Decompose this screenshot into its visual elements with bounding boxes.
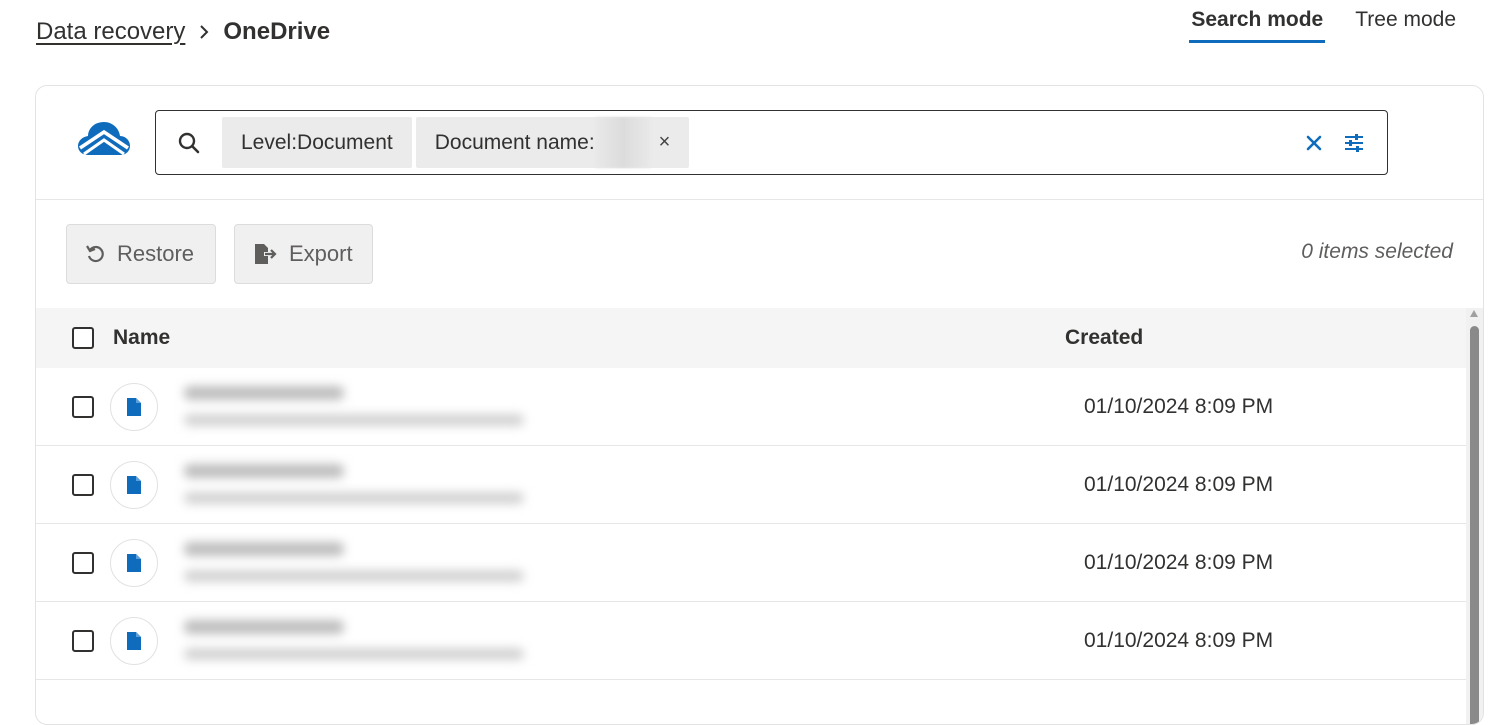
row-checkbox[interactable] bbox=[72, 551, 94, 574]
selected-count: 0 items selected bbox=[1301, 240, 1453, 263]
tab-search-mode[interactable]: Search mode bbox=[1189, 8, 1326, 43]
results-table: Name Created 01/10/2024 8:09 PM 01/10/20… bbox=[36, 308, 1468, 680]
scrollbar-thumb[interactable] bbox=[1470, 326, 1479, 724]
redacted-name bbox=[170, 602, 560, 680]
search-actions bbox=[1305, 133, 1387, 153]
search-icon bbox=[156, 132, 222, 154]
created-cell: 01/10/2024 8:09 PM bbox=[1084, 628, 1274, 652]
redacted-name bbox=[170, 368, 560, 446]
breadcrumb: Data recovery OneDrive bbox=[36, 18, 330, 46]
tab-tree-mode[interactable]: Tree mode bbox=[1353, 8, 1458, 43]
vertical-scrollbar[interactable] bbox=[1466, 308, 1483, 724]
filter-chip-document-name[interactable]: Document name: × bbox=[415, 117, 690, 168]
restore-button[interactable]: Restore bbox=[66, 224, 216, 284]
search-input[interactable]: Level:Document Document name: × bbox=[155, 110, 1388, 175]
column-header-name[interactable]: Name bbox=[113, 326, 1065, 350]
redacted-name bbox=[170, 446, 560, 524]
export-file-icon bbox=[255, 244, 277, 264]
table-row[interactable]: 01/10/2024 8:09 PM bbox=[36, 446, 1468, 524]
table-header: Name Created bbox=[36, 308, 1468, 368]
table-row[interactable]: 01/10/2024 8:09 PM bbox=[36, 368, 1468, 446]
document-icon bbox=[110, 382, 158, 431]
export-label: Export bbox=[289, 241, 353, 266]
onedrive-cloud-icon bbox=[76, 118, 132, 163]
column-header-created[interactable]: Created bbox=[1065, 326, 1143, 350]
redacted-name bbox=[170, 524, 560, 602]
row-checkbox[interactable] bbox=[72, 395, 94, 418]
created-cell: 01/10/2024 8:09 PM bbox=[1084, 550, 1274, 574]
document-icon bbox=[110, 538, 158, 587]
restore-label: Restore bbox=[117, 241, 195, 266]
chevron-right-icon bbox=[199, 22, 211, 42]
filter-sliders-icon[interactable] bbox=[1343, 133, 1365, 153]
search-row: Level:Document Document name: × bbox=[36, 86, 1483, 200]
toolbar: Restore Export 0 items selected bbox=[36, 200, 1483, 308]
scroll-up-arrow-icon[interactable] bbox=[1470, 310, 1478, 317]
chip-label: Document name: bbox=[434, 130, 595, 154]
redacted-value bbox=[594, 117, 651, 168]
filter-chip-level[interactable]: Level:Document bbox=[222, 117, 412, 168]
created-cell: 01/10/2024 8:09 PM bbox=[1084, 472, 1274, 496]
breadcrumb-data-recovery-link[interactable]: Data recovery bbox=[36, 18, 185, 46]
row-checkbox[interactable] bbox=[72, 473, 94, 496]
row-checkbox[interactable] bbox=[72, 629, 94, 652]
chip-remove-icon[interactable]: × bbox=[659, 131, 671, 154]
table-row[interactable]: 01/10/2024 8:09 PM bbox=[36, 524, 1468, 602]
close-icon[interactable] bbox=[1305, 134, 1323, 152]
undo-icon bbox=[86, 245, 104, 263]
created-cell: 01/10/2024 8:09 PM bbox=[1084, 394, 1274, 418]
document-icon bbox=[110, 460, 158, 509]
main-panel: Level:Document Document name: × Restore … bbox=[35, 85, 1484, 725]
select-all-checkbox[interactable] bbox=[72, 327, 94, 349]
breadcrumb-current: OneDrive bbox=[223, 18, 331, 45]
table-row[interactable]: 01/10/2024 8:09 PM bbox=[36, 602, 1468, 680]
document-icon bbox=[110, 616, 158, 665]
export-button[interactable]: Export bbox=[234, 224, 373, 284]
mode-tabs: Search mode Tree mode bbox=[1189, 8, 1458, 43]
chip-label: Level:Document bbox=[241, 130, 393, 154]
